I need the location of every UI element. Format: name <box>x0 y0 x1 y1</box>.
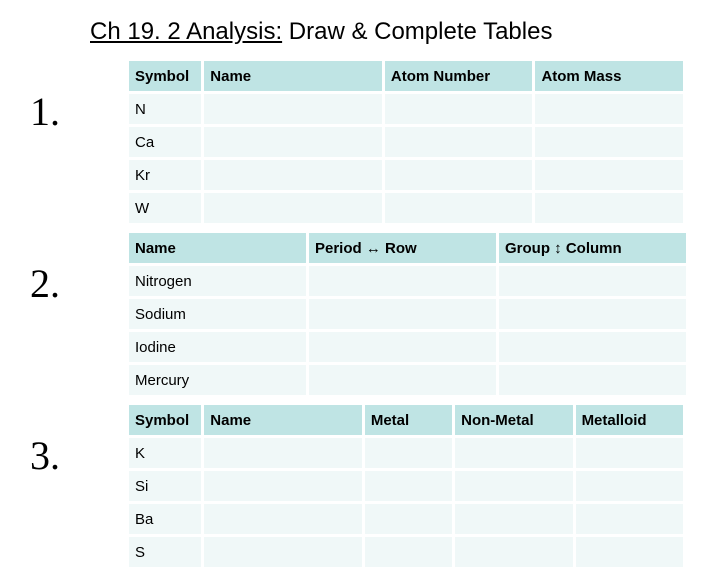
table-row: Iodine <box>128 331 688 364</box>
table-row: Mercury <box>128 364 688 397</box>
table-row: S <box>128 536 685 569</box>
t3-cell-symbol: S <box>128 536 203 569</box>
section-1: 1. Symbol Name Atom Number Atom Mass N C… <box>30 58 690 226</box>
t2-header-group: Group ↕ Column <box>498 232 688 265</box>
t3-cell-metalloid <box>574 437 684 470</box>
t2-cell-period <box>308 298 498 331</box>
table-row: Sodium <box>128 298 688 331</box>
table-row: W <box>128 192 685 225</box>
title-rest: Draw & Complete Tables <box>282 18 552 45</box>
t1-cell-symbol: Kr <box>128 159 203 192</box>
t1-cell-name <box>203 192 384 225</box>
t1-cell-name <box>203 159 384 192</box>
t1-cell-name <box>203 126 384 159</box>
t2-header-period: Period ↔ Row <box>308 232 498 265</box>
table-row: Ca <box>128 126 685 159</box>
t3-cell-name <box>203 437 364 470</box>
table-row: Kr <box>128 159 685 192</box>
t2-header-name: Name <box>128 232 308 265</box>
t1-cell-symbol: Ca <box>128 126 203 159</box>
table-row: N <box>128 93 685 126</box>
t2-cell-period <box>308 331 498 364</box>
t3-cell-metal <box>363 470 453 503</box>
t1-cell-atom-mass <box>534 93 685 126</box>
table-1: Symbol Name Atom Number Atom Mass N Ca K… <box>126 58 686 226</box>
table-row: K <box>128 437 685 470</box>
section-number-3: 3. <box>30 402 126 476</box>
section-number-2: 2. <box>30 230 126 304</box>
title-underlined: Ch 19. 2 Analysis: <box>90 18 282 45</box>
section-number-1: 1. <box>30 58 126 132</box>
t1-header-name: Name <box>203 60 384 93</box>
t3-header-nonmetal: Non-Metal <box>454 404 574 437</box>
t3-header-symbol: Symbol <box>128 404 203 437</box>
t3-cell-metal <box>363 536 453 569</box>
t3-cell-nonmetal <box>454 503 574 536</box>
t2-cell-period <box>308 364 498 397</box>
page-title: Ch 19. 2 Analysis: Draw & Complete Table… <box>90 18 690 46</box>
t3-cell-name <box>203 470 364 503</box>
table-3: Symbol Name Metal Non-Metal Metalloid K … <box>126 402 686 570</box>
t3-header-metalloid: Metalloid <box>574 404 684 437</box>
t1-cell-atom-mass <box>534 126 685 159</box>
t1-header-atom-mass: Atom Mass <box>534 60 685 93</box>
t2-cell-group <box>498 298 688 331</box>
t3-cell-symbol: Si <box>128 470 203 503</box>
t3-cell-metal <box>363 503 453 536</box>
t2-cell-group <box>498 331 688 364</box>
t3-cell-metalloid <box>574 470 684 503</box>
t2-cell-name: Mercury <box>128 364 308 397</box>
table-row: Ba <box>128 503 685 536</box>
t3-header-name: Name <box>203 404 364 437</box>
table-row: Nitrogen <box>128 265 688 298</box>
t1-header-atom-number: Atom Number <box>383 60 534 93</box>
t2-cell-period <box>308 265 498 298</box>
section-3: 3. Symbol Name Metal Non-Metal Metalloid… <box>30 402 690 570</box>
table-2: Name Period ↔ Row Group ↕ Column Nitroge… <box>126 230 689 398</box>
t2-cell-name: Nitrogen <box>128 265 308 298</box>
t3-cell-nonmetal <box>454 536 574 569</box>
t1-cell-atom-number <box>383 126 534 159</box>
t3-cell-name <box>203 503 364 536</box>
t1-cell-atom-mass <box>534 192 685 225</box>
t3-cell-symbol: Ba <box>128 503 203 536</box>
t2-cell-group <box>498 364 688 397</box>
t3-cell-metalloid <box>574 536 684 569</box>
t2-cell-group <box>498 265 688 298</box>
t1-cell-name <box>203 93 384 126</box>
t1-cell-atom-number <box>383 93 534 126</box>
section-2: 2. Name Period ↔ Row Group ↕ Column Nitr… <box>30 230 690 398</box>
t3-cell-symbol: K <box>128 437 203 470</box>
t3-cell-metalloid <box>574 503 684 536</box>
t3-cell-nonmetal <box>454 437 574 470</box>
t1-cell-atom-number <box>383 159 534 192</box>
t3-cell-nonmetal <box>454 470 574 503</box>
t1-cell-atom-mass <box>534 159 685 192</box>
t2-cell-name: Sodium <box>128 298 308 331</box>
t1-cell-symbol: N <box>128 93 203 126</box>
t2-cell-name: Iodine <box>128 331 308 364</box>
t1-cell-symbol: W <box>128 192 203 225</box>
t1-cell-atom-number <box>383 192 534 225</box>
t3-header-metal: Metal <box>363 404 453 437</box>
t3-cell-name <box>203 536 364 569</box>
table-row: Si <box>128 470 685 503</box>
t3-cell-metal <box>363 437 453 470</box>
t1-header-symbol: Symbol <box>128 60 203 93</box>
